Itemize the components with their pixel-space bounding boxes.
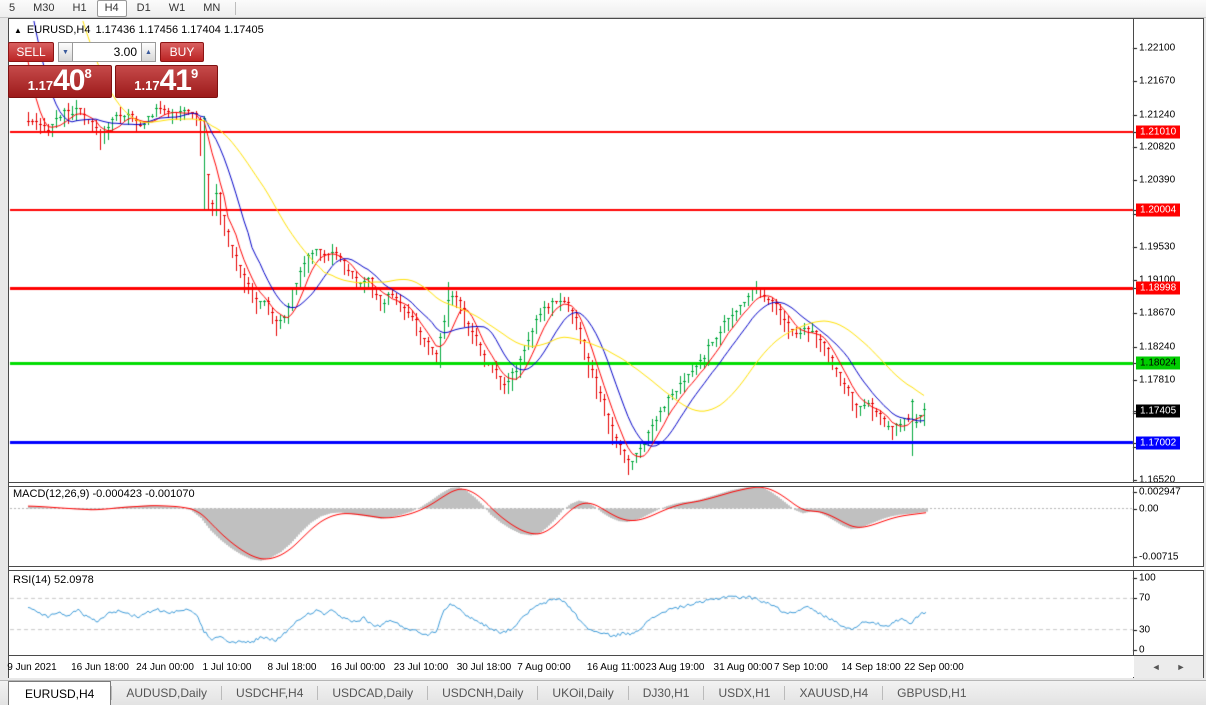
macd-axis-label: 0.00 <box>1139 504 1158 515</box>
rsi-axis-label: 100 <box>1139 573 1156 584</box>
price-level-tag: 1.18998 <box>1136 282 1180 295</box>
time-axis-label: 16 Aug 11:00 <box>587 662 645 673</box>
buy-button[interactable]: BUY <box>160 42 204 62</box>
price-level-tag: 1.17002 <box>1136 437 1180 450</box>
time-axis-label: 30 Jul 18:00 <box>457 662 512 673</box>
sell-price-prefix: 1.17 <box>28 76 53 96</box>
chart-symbol-header: ▲ EURUSD,H4 1.17436 1.17456 1.17404 1.17… <box>14 24 264 36</box>
price-axis-label: 1.21670 <box>1139 76 1175 87</box>
chart-tab-bar: EURUSD,H4AUDUSD,DailyUSDCHF,H4USDCAD,Dai… <box>0 680 1206 705</box>
time-axis-label: 16 Jun 18:00 <box>71 662 129 673</box>
sell-price-big-digits: 40 <box>53 66 84 96</box>
chart-tab-USDCNH[interactable]: USDCNH,Daily <box>428 681 537 705</box>
time-axis-label: 8 Jul 18:00 <box>268 662 317 673</box>
buy-price-prefix: 1.17 <box>134 76 159 96</box>
collapse-triangle-icon[interactable]: ▲ <box>14 26 22 35</box>
macd-indicator-label: MACD(12,26,9) -0.000423 -0.001070 <box>13 488 195 500</box>
buy-price-pip-digit: 9 <box>191 69 198 79</box>
time-axis[interactable]: 9 Jun 2021 16 Jun 18:00 24 Jun 00:00 1 Jul … <box>9 656 1133 678</box>
time-axis-label: 16 Jul 00:00 <box>331 662 386 673</box>
buy-price-display[interactable]: 1.17 41 9 <box>115 65 219 98</box>
chart-tab-USDCHF[interactable]: USDCHF,H4 <box>222 681 317 705</box>
chart-canvas[interactable] <box>0 0 1206 704</box>
macd-axis-label: 0.002947 <box>1139 487 1181 498</box>
time-axis-label: 14 Sep 18:00 <box>841 662 901 673</box>
one-click-trading-widget: SELL ▼ ▲ BUY 1.17 40 8 1.17 41 9 <box>8 42 218 98</box>
time-axis-label: 23 Aug 19:00 <box>646 662 705 673</box>
price-axis-label: 1.17810 <box>1139 375 1175 386</box>
volume-input[interactable] <box>73 42 141 62</box>
price-level-tag: 1.18024 <box>1136 357 1180 370</box>
price-level-tag: 1.21010 <box>1136 126 1180 139</box>
rsi-axis-label: 0 <box>1139 645 1145 656</box>
volume-increase-icon[interactable]: ▲ <box>141 42 156 62</box>
time-axis-label: 24 Jun 00:00 <box>136 662 194 673</box>
chart-tab-EURUSD[interactable]: EURUSD,H4 <box>8 681 111 705</box>
chart-tab-USDCAD[interactable]: USDCAD,Daily <box>318 681 427 705</box>
macd-axis-label: -0.00715 <box>1139 552 1178 563</box>
price-level-tag: 1.20004 <box>1136 204 1180 217</box>
rsi-axis-label: 70 <box>1139 593 1150 604</box>
price-axis-border <box>1133 19 1134 656</box>
scroll-right-icon[interactable]: ► <box>1177 662 1186 672</box>
scroll-left-icon[interactable]: ◄ <box>1152 662 1161 672</box>
chart-tab-USDX[interactable]: USDX,H1 <box>704 681 784 705</box>
chart-tab-GBPUSD[interactable]: GBPUSD,H1 <box>883 681 980 705</box>
chart-title: EURUSD,H4 <box>27 24 91 36</box>
chart-ohlc-values: 1.17436 1.17456 1.17404 1.17405 <box>96 24 264 36</box>
price-axis-label: 1.19530 <box>1139 242 1175 253</box>
time-axis-label: 22 Sep 00:00 <box>904 662 964 673</box>
price-axis-label: 1.20390 <box>1139 175 1175 186</box>
chart-tab-XAUUSD[interactable]: XAUUSD,H4 <box>785 681 882 705</box>
time-axis-label: 1 Jul 10:00 <box>203 662 252 673</box>
price-axis-label: 1.18670 <box>1139 308 1175 319</box>
chart-tab-AUDUSD[interactable]: AUDUSD,Daily <box>112 681 221 705</box>
time-axis-label: 7 Aug 00:00 <box>517 662 570 673</box>
chart-tab-UKOil[interactable]: UKOil,Daily <box>538 681 627 705</box>
rsi-panel-bottom-border <box>9 655 1204 656</box>
price-level-tag: 1.17405 <box>1136 405 1180 418</box>
time-axis-label: 31 Aug 00:00 <box>714 662 773 673</box>
buy-price-big-digits: 41 <box>160 66 191 96</box>
sell-price-pip-digit: 8 <box>84 69 91 79</box>
time-axis-label: 7 Sep 10:00 <box>774 662 828 673</box>
price-axis-label: 1.22100 <box>1139 43 1175 54</box>
sell-price-display[interactable]: 1.17 40 8 <box>8 65 112 98</box>
macd-panel-divider[interactable] <box>9 482 1204 487</box>
rsi-axis-label: 30 <box>1139 625 1150 636</box>
rsi-panel-divider[interactable] <box>9 566 1204 571</box>
price-axis-label: 1.18240 <box>1139 342 1175 353</box>
time-axis-corner: ◄ ► <box>1134 656 1203 678</box>
time-axis-label: 9 Jun 2021 <box>7 662 57 673</box>
sell-button[interactable]: SELL <box>8 42 54 62</box>
price-axis-label: 1.21240 <box>1139 110 1175 121</box>
chart-tab-DJ30[interactable]: DJ30,H1 <box>629 681 704 705</box>
volume-decrease-icon[interactable]: ▼ <box>58 42 73 62</box>
time-axis-label: 23 Jul 10:00 <box>394 662 449 673</box>
price-axis-label: 1.20820 <box>1139 142 1175 153</box>
rsi-indicator-label: RSI(14) 52.0978 <box>13 574 94 586</box>
